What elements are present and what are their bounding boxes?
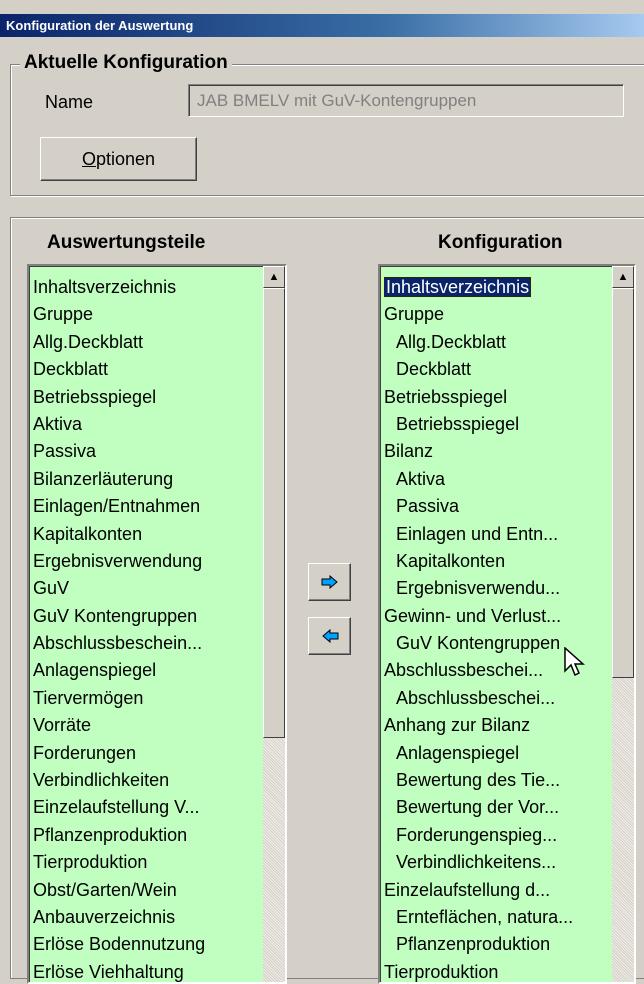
left-scrollbar[interactable]: ▲ xyxy=(263,266,285,982)
window-title: Konfiguration der Auswertung xyxy=(6,18,194,33)
list-item[interactable]: Bilanz xyxy=(384,438,610,465)
list-item[interactable]: Vorräte xyxy=(33,712,261,739)
list-item[interactable]: Anlagenspiegel xyxy=(33,657,261,684)
list-item[interactable]: Abschlussbeschein... xyxy=(33,630,261,657)
configuration-list[interactable]: Inhaltsverzeichnis Gruppe Allg.Deckblatt D… xyxy=(378,264,636,984)
list-item[interactable]: Allg.Deckblatt xyxy=(33,329,261,356)
options-button[interactable]: Optionen xyxy=(40,137,197,181)
list-item[interactable]: Betriebsspiegel xyxy=(33,384,261,411)
list-item[interactable]: Pflanzenproduktion xyxy=(384,931,610,958)
list-item[interactable]: Ergebnisverwendung xyxy=(33,548,261,575)
list-item[interactable]: Deckblatt xyxy=(384,356,610,383)
list-item[interactable]: Ernteflächen, natura... xyxy=(384,904,610,931)
list-item[interactable]: GuV xyxy=(33,575,261,602)
list-item[interactable]: Tiervermögen xyxy=(33,685,261,712)
list-item[interactable]: Bewertung der Vor... xyxy=(384,794,610,821)
list-item[interactable]: Forderungen xyxy=(33,740,261,767)
list-item[interactable]: Obst/Garten/Wein xyxy=(33,877,261,904)
options-button-label: ptionen xyxy=(95,149,156,169)
right-scrollbar[interactable]: ▲ xyxy=(612,266,634,982)
available-parts-list[interactable]: Inhaltsverzeichnis Gruppe Allg.Deckblatt De… xyxy=(27,264,287,984)
list-item[interactable]: Verbindlichkeiten xyxy=(33,767,261,794)
list-item[interactable]: Betriebsspiegel xyxy=(384,411,610,438)
add-to-config-button[interactable] xyxy=(308,563,351,601)
list-item[interactable]: Erlöse Bodennutzung xyxy=(33,931,261,958)
list-item[interactable]: Passiva xyxy=(384,493,610,520)
list-item[interactable]: Erlöse Viehhaltung xyxy=(33,959,261,982)
list-item[interactable]: Tierproduktion xyxy=(384,959,610,982)
list-item[interactable]: Bewertung des Tie... xyxy=(384,767,610,794)
configuration-items: Inhaltsverzeichnis Gruppe Allg.Deckblatt D… xyxy=(382,274,610,982)
list-item[interactable]: Anhang zur Bilanz xyxy=(384,712,610,739)
window-title-bar[interactable]: Konfiguration der Auswertung xyxy=(0,14,644,37)
list-item[interactable]: Gruppe xyxy=(384,301,610,328)
options-button-mnemonic: O xyxy=(81,149,96,169)
list-item[interactable]: Gewinn- und Verlust... xyxy=(384,603,610,630)
list-item[interactable]: Gruppe xyxy=(33,301,261,328)
available-parts-items: Inhaltsverzeichnis Gruppe Allg.Deckblatt De… xyxy=(33,274,261,982)
list-item[interactable]: Ergebnisverwendu... xyxy=(384,575,610,602)
list-item[interactable]: Anbauverzeichnis xyxy=(33,904,261,931)
list-item[interactable]: GuV Kontengruppen xyxy=(33,603,261,630)
list-item[interactable]: Inhaltsverzeichnis xyxy=(382,274,610,301)
name-label: Name xyxy=(45,92,94,112)
list-item[interactable]: Abschlussbeschei... xyxy=(384,685,610,712)
list-item[interactable]: Kapitalkonten xyxy=(33,521,261,548)
list-item[interactable]: Aktiva xyxy=(33,411,261,438)
current-config-legend: Aktuelle Konfiguration xyxy=(20,52,232,74)
list-item[interactable]: Passiva xyxy=(33,438,261,465)
right-scrollbar-thumb[interactable] xyxy=(612,288,634,678)
list-item[interactable]: Inhaltsverzeichnis xyxy=(33,274,261,301)
remove-from-config-button[interactable] xyxy=(308,617,351,655)
list-item[interactable]: Einlagen/Entnahmen xyxy=(33,493,261,520)
left-list-header: Auswertungsteile xyxy=(47,232,206,253)
mouse-cursor-icon xyxy=(564,647,585,677)
list-item[interactable]: Anlagenspiegel xyxy=(384,740,610,767)
list-item[interactable]: Einzelaufstellung d... xyxy=(384,877,610,904)
list-item[interactable]: Bilanzerläuterung xyxy=(33,466,261,493)
list-item[interactable]: Forderungenspieg... xyxy=(384,822,610,849)
selected-item[interactable]: Inhaltsverzeichnis xyxy=(382,276,533,298)
list-item[interactable]: Verbindlichkeitens... xyxy=(384,849,610,876)
name-field[interactable]: JAB BMELV mit GuV-Kontengruppen xyxy=(188,84,624,117)
list-item[interactable]: Aktiva xyxy=(384,466,610,493)
list-item[interactable]: Einzelaufstellung V... xyxy=(33,794,261,821)
list-item[interactable]: Einlagen und Entn... xyxy=(384,521,610,548)
left-scrollbar-thumb[interactable] xyxy=(263,288,285,738)
list-item[interactable]: Tierproduktion xyxy=(33,849,261,876)
scroll-up-arrow-icon[interactable]: ▲ xyxy=(263,266,285,288)
list-item[interactable]: Allg.Deckblatt xyxy=(384,329,610,356)
scroll-up-arrow-icon[interactable]: ▲ xyxy=(612,266,634,288)
list-item[interactable]: Betriebsspiegel xyxy=(384,384,610,411)
right-list-header: Konfiguration xyxy=(438,232,563,253)
list-item[interactable]: Deckblatt xyxy=(33,356,261,383)
list-item[interactable]: Pflanzenproduktion xyxy=(33,822,261,849)
list-item[interactable]: Kapitalkonten xyxy=(384,548,610,575)
